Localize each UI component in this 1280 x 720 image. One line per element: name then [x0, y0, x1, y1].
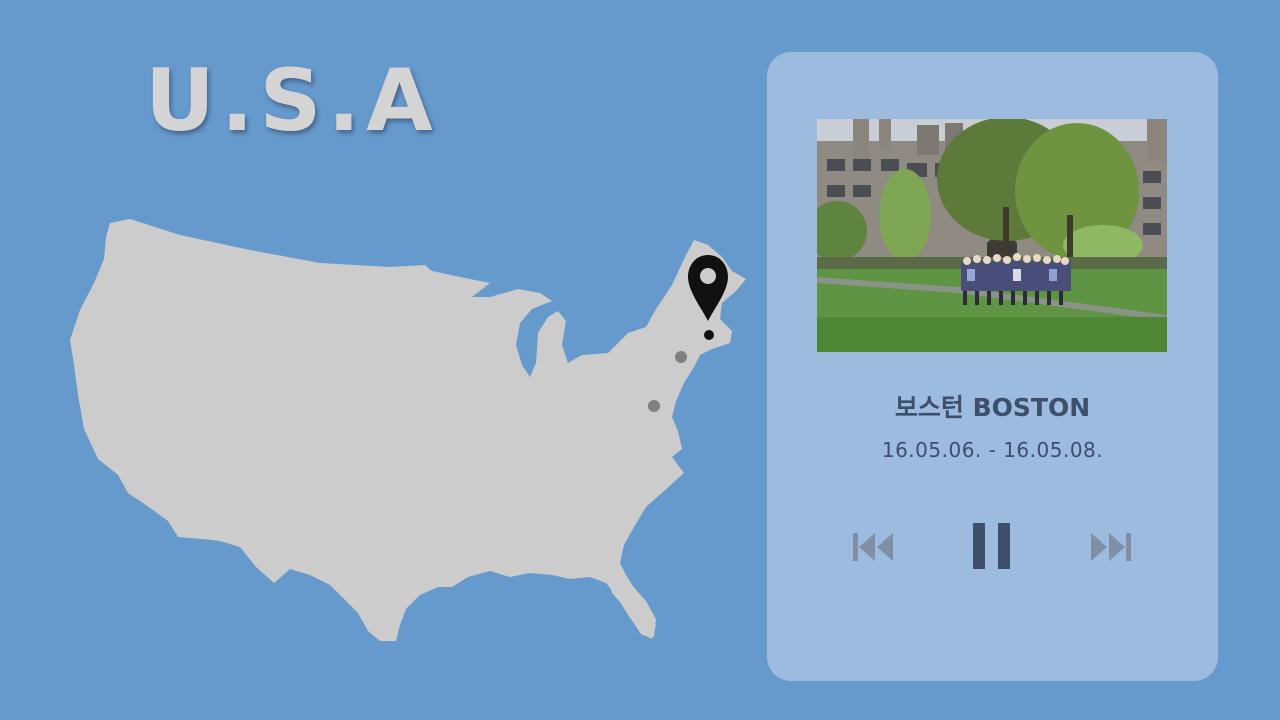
trip-photo: [817, 119, 1167, 352]
trip-city: 보스턴 BOSTON: [894, 393, 1091, 422]
map-stop-dot-boston[interactable]: [704, 330, 714, 340]
us-map: [70, 219, 746, 641]
page-title: U.S.A: [145, 51, 439, 151]
us-map-shape: [70, 219, 746, 641]
skip-next-icon[interactable]: [1089, 530, 1133, 564]
pause-icon[interactable]: [972, 522, 1012, 570]
skip-previous-icon[interactable]: [852, 530, 896, 564]
trip-card: 보스턴 BOSTON 16.05.06. - 16.05.08.: [767, 52, 1218, 681]
trip-dates: 16.05.06. - 16.05.08.: [881, 438, 1104, 462]
map-stop-dot-dc[interactable]: [648, 400, 660, 412]
map-stop-dot-nyc[interactable]: [675, 351, 687, 363]
